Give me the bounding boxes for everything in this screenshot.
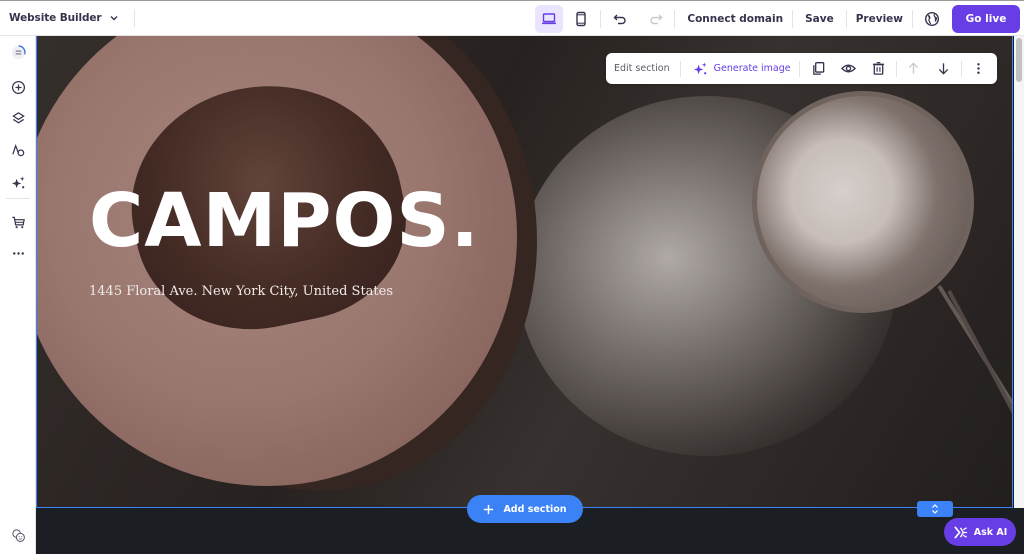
more-vertical-icon [977,63,980,74]
plus-icon [484,504,494,514]
edit-section-button[interactable]: Edit section [606,63,680,74]
layers-icon [11,111,25,123]
generate-image-label: Generate image [713,63,791,74]
sidebar-item-add-element[interactable] [6,75,30,99]
ask-ai-button[interactable]: Ask AI [944,518,1016,546]
move-section-up-button[interactable] [899,57,929,81]
chevron-up-down-icon [932,504,938,514]
styles-icon [11,143,24,156]
image-overlay [37,36,1012,507]
divider [895,60,897,77]
preview-button[interactable]: Preview [847,13,912,25]
section-toolbar: Edit section Generate image [606,53,997,84]
undo-icon [613,14,626,25]
sidebar-item-ai-tools[interactable] [6,170,30,194]
sidebar-item-checklist[interactable] [6,40,30,64]
plus-circle-icon [11,80,25,94]
divider [134,9,136,27]
laptop-icon [542,13,557,25]
mobile-view-button[interactable] [567,5,595,33]
connect-domain-button[interactable]: Connect domain [678,13,792,25]
ask-ai-label: Ask AI [973,526,1008,538]
hero-title[interactable]: CAMPOS. [89,184,480,258]
hero-section[interactable]: CAMPOS. 1445 Floral Ave. New York City, … [36,36,1013,508]
chevron-down-icon [110,16,118,21]
language-button[interactable] [918,5,946,33]
globe-icon [924,11,940,27]
sidebar-item-store[interactable] [6,210,30,234]
delete-section-button[interactable] [864,57,894,81]
divider [798,60,800,77]
save-button[interactable]: Save [793,13,846,25]
sidebar-item-more[interactable] [6,241,30,265]
cart-icon [11,216,25,228]
hide-section-button[interactable] [834,57,864,81]
divider [912,10,913,28]
editor-canvas: CAMPOS. 1445 Floral Ave. New York City, … [36,36,1024,554]
go-live-button[interactable]: Go live [952,5,1020,33]
sidebar-item-help[interactable] [6,523,30,547]
section-more-button[interactable] [964,57,994,81]
top-bar-actions: Connect domain Save Preview Go live [535,1,1020,37]
section-resize-handle[interactable] [917,501,953,517]
sidebar-item-layers[interactable] [6,106,30,130]
checklist-progress-icon [11,44,26,59]
left-sidebar [0,36,36,554]
eye-icon [841,64,857,73]
sidebar-item-styles[interactable] [6,138,30,162]
sparkles-icon [11,175,25,188]
scrollbar-thumb[interactable] [1016,38,1022,82]
undo-button[interactable] [606,5,634,33]
top-bar: Website Builder Connect domain Save Prev… [0,0,1024,36]
add-section-button[interactable]: Add section [467,495,583,523]
hero-address[interactable]: 1445 Floral Ave. New York City, United S… [89,284,393,299]
divider [600,10,602,28]
sparkles-icon [693,62,707,75]
redo-icon [650,14,663,25]
duplicate-icon [813,62,825,75]
website-builder-menu[interactable]: Website Builder [0,1,119,35]
arrow-up-icon [908,62,919,74]
add-section-label: Add section [503,503,567,515]
generate-image-button[interactable]: Generate image [681,61,799,76]
arrow-down-icon [938,63,949,75]
duplicate-section-button[interactable] [804,57,834,81]
redo-button[interactable] [642,5,670,33]
divider [960,60,962,77]
move-section-down-button[interactable] [929,57,959,81]
divider [674,10,676,28]
more-horizontal-icon [12,251,24,255]
help-faces-icon [11,528,25,542]
phone-icon [576,11,587,27]
app-title: Website Builder [9,12,102,24]
sidebar-divider [6,198,30,199]
ai-assistant-icon [953,525,967,539]
canvas-scrollbar[interactable] [1014,36,1024,508]
desktop-view-button[interactable] [535,5,564,33]
trash-icon [873,62,885,75]
